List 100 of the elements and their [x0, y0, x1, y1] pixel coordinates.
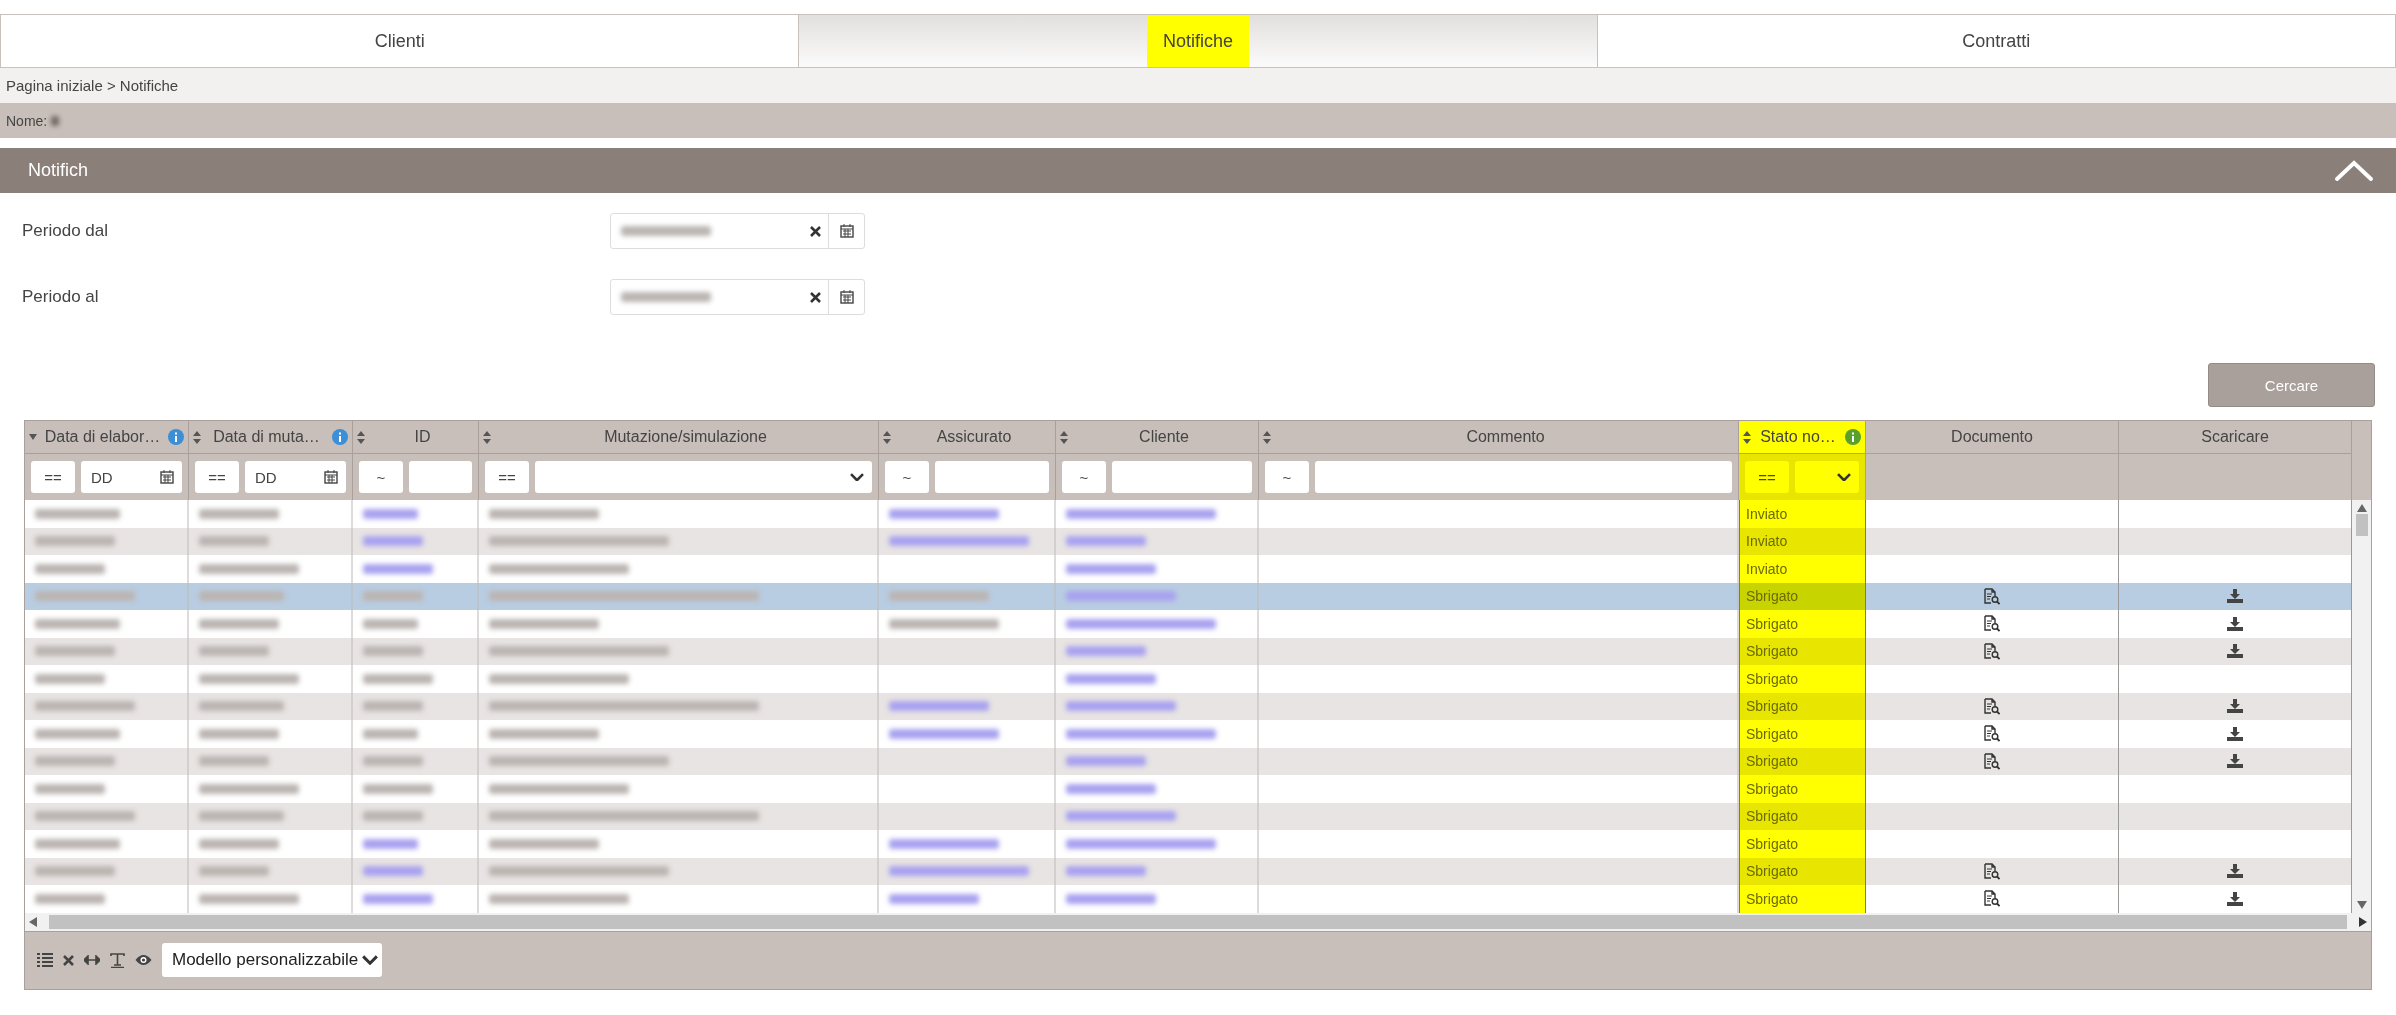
column-header[interactable]: ID [353, 421, 479, 454]
download-icon[interactable] [2227, 864, 2243, 879]
download-icon[interactable] [2227, 644, 2243, 659]
filter-field[interactable] [409, 461, 472, 493]
sort-icon[interactable] [1743, 430, 1751, 444]
column-header[interactable]: Cliente [1056, 421, 1259, 454]
redacted-text[interactable] [1066, 508, 1216, 519]
table-row[interactable]: Sbrigato [25, 637, 2352, 665]
name-label: Nome: [6, 112, 48, 129]
caret-left-icon[interactable] [29, 916, 37, 927]
sort-icon[interactable] [357, 430, 365, 444]
info-icon[interactable] [1845, 429, 1861, 445]
redacted-text[interactable] [363, 893, 433, 904]
sort-icon[interactable] [883, 430, 891, 444]
sort-icon[interactable] [193, 430, 201, 444]
info-icon[interactable] [168, 429, 184, 445]
column-header[interactable]: Documento [1866, 421, 2119, 454]
document-search-icon[interactable] [1984, 697, 2000, 715]
info-icon[interactable] [332, 429, 348, 445]
redacted-text[interactable] [889, 508, 999, 519]
table-row[interactable]: Sbrigato [25, 582, 2352, 610]
redacted-text[interactable] [363, 838, 418, 849]
download-icon[interactable] [2227, 589, 2243, 604]
date-filter-field[interactable]: DD [81, 461, 182, 493]
document-search-icon[interactable] [1984, 642, 2000, 660]
download-icon[interactable] [2227, 699, 2243, 714]
close-icon [809, 291, 821, 303]
document-search-icon[interactable] [1984, 725, 2000, 743]
document-search-icon[interactable] [1984, 890, 2000, 908]
operator-field[interactable]: == [485, 461, 529, 493]
column-header[interactable]: Commento [1259, 421, 1739, 454]
column-header[interactable]: Mutazione/simulazione [479, 421, 879, 454]
redacted-text[interactable] [1066, 893, 1156, 904]
document-search-icon[interactable] [1984, 752, 2000, 770]
document-search-icon[interactable] [1984, 615, 2000, 633]
redacted-text[interactable] [1066, 783, 1156, 794]
column-header[interactable]: Scaricare [2119, 421, 2352, 454]
table-row[interactable]: Sbrigato [25, 802, 2352, 830]
column-header[interactable]: Data di elabor… [25, 421, 189, 454]
chevron-down-icon [850, 472, 864, 482]
column-header[interactable]: Assicurato [879, 421, 1056, 454]
scroll-thumb[interactable] [49, 914, 2347, 929]
table-row[interactable]: Sbrigato [25, 857, 2352, 885]
redacted-text[interactable] [889, 893, 979, 904]
template-select[interactable]: Modello personalizzabile [162, 943, 383, 977]
resize-horizontal-icon[interactable] [84, 955, 100, 965]
redacted-text[interactable] [889, 838, 999, 849]
status-cell: Sbrigato [1739, 857, 1866, 885]
redacted-text[interactable] [1066, 728, 1216, 739]
redacted-text[interactable] [889, 728, 999, 739]
close-icon[interactable] [63, 954, 74, 966]
table-row[interactable]: Sbrigato [25, 747, 2352, 775]
operator-field[interactable]: ~ [885, 461, 929, 493]
caret-up-icon[interactable] [2356, 504, 2367, 512]
sort-icon[interactable] [1263, 430, 1271, 444]
redacted-text[interactable] [1066, 618, 1216, 629]
caret-down-icon[interactable] [2356, 900, 2367, 909]
sort-icon[interactable] [483, 430, 491, 444]
download-icon[interactable] [2227, 726, 2243, 741]
filter-field[interactable] [1315, 461, 1732, 493]
redacted-text[interactable] [363, 508, 418, 519]
download-icon[interactable] [2227, 891, 2243, 906]
chevron-up-icon[interactable] [2334, 159, 2374, 182]
operator-field[interactable]: == [1745, 461, 1789, 493]
date-field[interactable] [610, 279, 865, 315]
redacted-text[interactable] [1066, 673, 1156, 684]
tab[interactable]: Notifiche [799, 15, 1598, 67]
date-filter-field[interactable]: DD [245, 461, 346, 493]
sort-desc-icon[interactable] [29, 434, 37, 440]
vertical-scrollbar[interactable] [2352, 500, 2371, 913]
table-row[interactable]: Sbrigato [25, 692, 2352, 720]
sort-icon[interactable] [1060, 430, 1068, 444]
download-icon[interactable] [2227, 754, 2243, 769]
operator-field[interactable]: ~ [1265, 461, 1309, 493]
filter-field[interactable] [935, 461, 1049, 493]
operator-field[interactable]: == [195, 461, 239, 493]
operator-field[interactable]: ~ [1062, 461, 1106, 493]
filter-select[interactable] [1795, 461, 1859, 493]
column-header[interactable]: Data di muta… [189, 421, 353, 454]
document-search-icon[interactable] [1984, 862, 2000, 880]
filter-field[interactable] [1112, 461, 1252, 493]
redacted-text[interactable] [1066, 838, 1216, 849]
scroll-thumb[interactable] [2355, 514, 2368, 536]
text-format-icon[interactable] [110, 952, 125, 968]
operator-field[interactable]: ~ [359, 461, 403, 493]
column-title: Data di muta… [212, 428, 321, 446]
list-icon[interactable] [37, 953, 53, 967]
redacted-text[interactable] [363, 563, 433, 574]
document-search-icon[interactable] [1984, 587, 2000, 605]
calendar-icon [839, 290, 854, 304]
column-header[interactable]: Stato no… [1739, 421, 1866, 454]
section-title: Notifich [28, 160, 89, 181]
eye-icon[interactable] [135, 954, 152, 966]
caret-right-icon[interactable] [2359, 916, 2367, 927]
date-field[interactable] [610, 213, 865, 249]
redacted-text[interactable] [1066, 563, 1156, 574]
operator-field[interactable]: == [31, 461, 75, 493]
download-icon[interactable] [2227, 616, 2243, 631]
status-cell: Sbrigato [1739, 775, 1866, 803]
column-title: Commento [1465, 428, 1546, 446]
